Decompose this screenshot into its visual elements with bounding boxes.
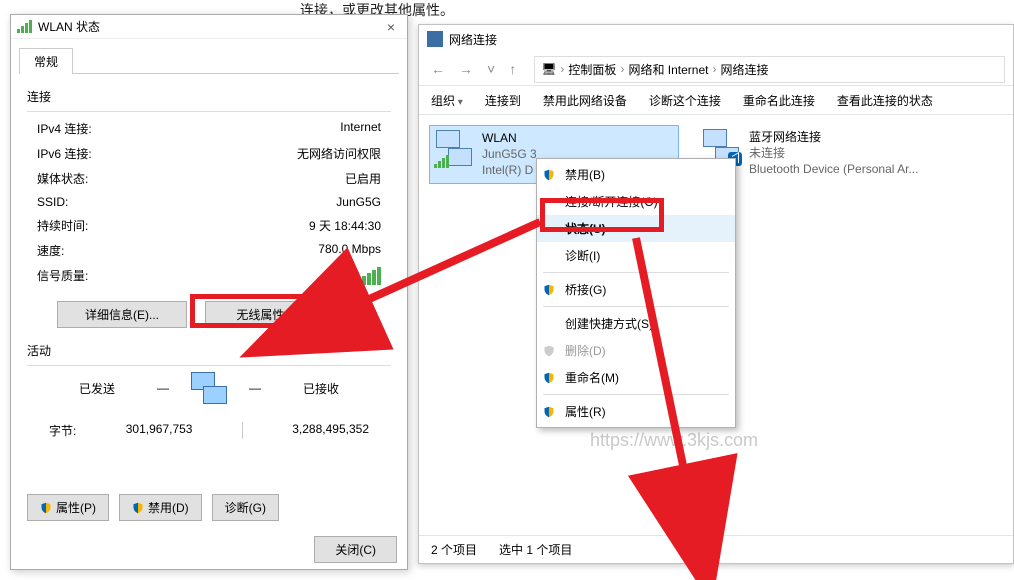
conn-wlan-name: WLAN xyxy=(482,130,537,146)
statusbar: 2 个项目 选中 1 个项目 xyxy=(419,535,1013,563)
properties-button[interactable]: 属性(P) xyxy=(27,494,109,521)
signal-icon xyxy=(434,155,449,168)
toolbar-organize[interactable]: 组织 xyxy=(431,92,463,109)
ipv4-value: Internet xyxy=(340,120,381,137)
toolbar-view-status[interactable]: 查看此连接的状态 xyxy=(837,92,933,109)
conn-bt-adapter: Bluetooth Device (Personal Ar... xyxy=(749,161,918,177)
ctx-rename[interactable]: 重命名(M) xyxy=(537,364,735,391)
crumb-network-internet[interactable]: 网络和 Internet xyxy=(628,61,708,78)
bytes-recv: 3,288,495,352 xyxy=(292,422,369,439)
ipv4-label: IPv4 连接: xyxy=(37,120,92,137)
activity-icon xyxy=(189,372,229,404)
wlan-status-dialog: WLAN 状态 × 常规 连接 IPv4 连接: Internet IPv6 连接… xyxy=(10,14,408,570)
shield-icon xyxy=(132,502,144,514)
shield-icon xyxy=(543,169,555,181)
ctx-connect[interactable]: 连接/断开连接(O) xyxy=(537,188,735,215)
up-button[interactable]: ↑ xyxy=(505,61,520,77)
ssid-label: SSID: xyxy=(37,195,68,209)
ctx-properties[interactable]: 属性(R) xyxy=(537,398,735,425)
ctx-disable[interactable]: 禁用(B) xyxy=(537,161,735,188)
shield-icon xyxy=(40,502,52,514)
history-button[interactable]: ˅ xyxy=(483,61,499,77)
shield-icon xyxy=(543,406,555,418)
media-value: 已启用 xyxy=(345,170,381,187)
tab-general[interactable]: 常规 xyxy=(19,48,73,74)
ctx-shortcut[interactable]: 创建快捷方式(S) xyxy=(537,310,735,337)
statusbar-count: 2 个项目 xyxy=(431,541,477,558)
activity-row: 已发送 — — 已接收 xyxy=(11,372,407,404)
toolbar-connect[interactable]: 连接到 xyxy=(485,92,521,109)
crumb-control-panel[interactable]: 控制面板 xyxy=(568,61,616,78)
back-button[interactable]: ← xyxy=(427,61,449,77)
signal-label: 信号质量: xyxy=(37,267,88,285)
conn-wlan-ssid: JunG5G 3 xyxy=(482,146,537,162)
close-icon[interactable]: × xyxy=(381,19,401,35)
media-label: 媒体状态: xyxy=(37,170,88,187)
breadcrumb[interactable]: 🖥› 控制面板› 网络和 Internet› 网络连接 xyxy=(534,56,1005,83)
details-button[interactable]: 详细信息(E)... xyxy=(57,301,187,328)
signal-icon xyxy=(17,20,32,33)
section-connection: 连接 xyxy=(27,88,391,105)
speed-value: 780.0 Mbps xyxy=(318,242,381,259)
speed-label: 速度: xyxy=(37,242,64,259)
ctx-diagnose[interactable]: 诊断(I) xyxy=(537,242,735,269)
sent-label: 已发送 xyxy=(57,380,137,397)
diagnose-button[interactable]: 诊断(G) xyxy=(212,494,279,521)
disable-button[interactable]: 禁用(D) xyxy=(119,494,202,521)
ctx-delete: 删除(D) xyxy=(537,337,735,364)
conn-bt-status: 未连接 xyxy=(749,145,918,161)
nic-icon xyxy=(434,130,474,166)
ipv6-value: 无网络访问权限 xyxy=(297,145,381,162)
close-button[interactable]: 关闭(C) xyxy=(314,536,397,563)
explorer-nav: ← → ˅ ↑ 🖥› 控制面板› 网络和 Internet› 网络连接 xyxy=(419,53,1013,85)
toolbar-diagnose[interactable]: 诊断这个连接 xyxy=(649,92,721,109)
toolbar: 组织 连接到 禁用此网络设备 诊断这个连接 重命名此连接 查看此连接的状态 xyxy=(419,85,1013,115)
explorer-titlebar: 网络连接 xyxy=(419,25,1013,53)
ipv6-label: IPv6 连接: xyxy=(37,145,92,162)
shield-icon xyxy=(543,345,555,357)
crumb-network-connections[interactable]: 网络连接 xyxy=(720,61,768,78)
tabstrip: 常规 xyxy=(19,47,399,74)
ctx-bridge[interactable]: 桥接(G) xyxy=(537,276,735,303)
shield-icon xyxy=(543,284,555,296)
conn-bt-name: 蓝牙网络连接 xyxy=(749,129,918,145)
shield-icon xyxy=(543,372,555,384)
bytes-label: 字节: xyxy=(49,422,76,439)
signal-quality-icon xyxy=(357,267,381,285)
breadcrumb-icon: 🖥 xyxy=(541,62,556,76)
ctx-status[interactable]: 状态(U) xyxy=(537,215,735,242)
section-activity: 活动 xyxy=(27,342,391,359)
forward-button[interactable]: → xyxy=(455,61,477,77)
statusbar-selected: 选中 1 个项目 xyxy=(499,541,572,558)
duration-value: 9 天 18:44:30 xyxy=(309,217,381,234)
ssid-value: JunG5G xyxy=(336,195,381,209)
explorer-title: 网络连接 xyxy=(449,31,497,48)
duration-label: 持续时间: xyxy=(37,217,88,234)
bytes-sent: 301,967,753 xyxy=(126,422,193,439)
window-icon xyxy=(427,31,443,47)
wlan-title: WLAN 状态 xyxy=(38,18,381,35)
context-menu: 禁用(B) 连接/断开连接(O) 状态(U) 诊断(I) 桥接(G) 创建快捷方… xyxy=(536,158,736,428)
recv-label: 已接收 xyxy=(281,380,361,397)
conn-wlan-adapter: Intel(R) D xyxy=(482,162,537,178)
wireless-properties-button[interactable]: 无线属性(W) xyxy=(205,301,335,328)
toolbar-disable[interactable]: 禁用此网络设备 xyxy=(543,92,627,109)
toolbar-rename[interactable]: 重命名此连接 xyxy=(743,92,815,109)
wlan-titlebar: WLAN 状态 × xyxy=(11,15,407,39)
